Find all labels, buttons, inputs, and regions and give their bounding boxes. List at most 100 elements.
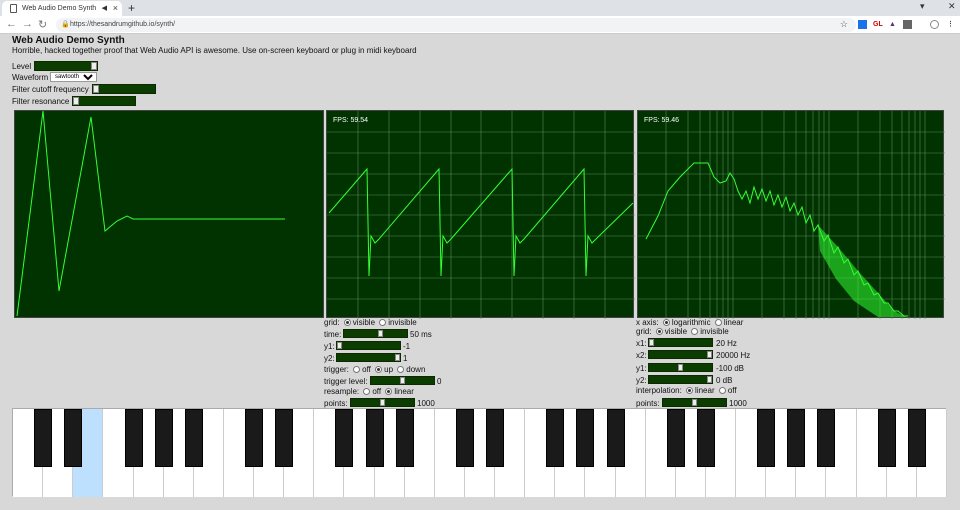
scope-y2-slider[interactable] xyxy=(336,353,401,362)
scope-trigger-label: trigger: xyxy=(324,365,349,374)
black-key[interactable] xyxy=(455,409,474,467)
spectrum-interp-linear-radio[interactable] xyxy=(686,387,694,394)
scope-time-value: 50 ms xyxy=(410,330,432,339)
spectrum-y1-value: -100 dB xyxy=(716,364,745,373)
scope-y1-slider[interactable] xyxy=(336,341,401,350)
reload-icon[interactable]: ↻ xyxy=(38,18,47,31)
piano-keyboard[interactable] xyxy=(12,408,947,497)
bookmark-star-icon[interactable]: ☆ xyxy=(840,19,848,30)
level-slider[interactable] xyxy=(34,61,98,71)
profile-icon[interactable]: ▾ xyxy=(920,1,925,12)
scope-grid-invisible-label: invisible xyxy=(388,318,417,327)
scope-grid-invisible-radio[interactable] xyxy=(379,319,387,326)
scope-time-slider[interactable] xyxy=(343,329,408,338)
account-icon[interactable] xyxy=(930,20,939,29)
spectrum-fps: FPS: 59.46 xyxy=(644,117,680,124)
spectrum-y1-slider[interactable] xyxy=(648,363,713,372)
spectrum-y2-label: y2: xyxy=(636,376,647,385)
forward-icon[interactable]: → xyxy=(22,18,33,30)
waveform-select[interactable]: sawtooth xyxy=(50,72,97,82)
filter-cutoff-slider[interactable] xyxy=(92,84,156,94)
extension-gl-icon[interactable]: GL xyxy=(873,20,883,29)
spectrum-graph xyxy=(638,111,945,319)
scope-fps: FPS: 59.54 xyxy=(333,117,369,124)
black-key[interactable] xyxy=(606,409,625,467)
black-key[interactable] xyxy=(64,409,83,467)
spectrum-grid-visible-radio[interactable] xyxy=(655,328,663,335)
close-window-icon[interactable]: ✕ xyxy=(948,1,956,12)
audio-playing-icon[interactable]: ◀ xyxy=(102,4,107,12)
black-key[interactable] xyxy=(666,409,685,467)
extension-hat-icon[interactable]: ▲ xyxy=(888,20,897,29)
spectrum-y2-slider[interactable] xyxy=(648,375,713,384)
black-key[interactable] xyxy=(124,409,143,467)
black-key[interactable] xyxy=(576,409,595,467)
page-title: Web Audio Demo Synth xyxy=(12,35,125,46)
spectrum-points-slider[interactable] xyxy=(662,398,727,407)
lock-icon: 🔒 xyxy=(61,21,70,28)
spectrum-grid-visible-label: visible xyxy=(664,327,688,336)
scope-points-value: 1000 xyxy=(417,399,435,408)
spectrum-interp-control: interpolation: linear off xyxy=(636,386,737,395)
black-key[interactable] xyxy=(757,409,776,467)
scope-trigger-down-radio[interactable] xyxy=(397,366,405,373)
menu-icon[interactable]: ⋮ xyxy=(946,20,955,29)
spectrum-xaxis-log-radio[interactable] xyxy=(662,319,670,326)
spectrum-interp-off-radio[interactable] xyxy=(718,387,726,394)
black-key[interactable] xyxy=(787,409,806,467)
black-key[interactable] xyxy=(154,409,173,467)
waveform-label: Waveform xyxy=(12,73,49,82)
scope-points-slider[interactable] xyxy=(350,398,415,407)
black-key[interactable] xyxy=(275,409,294,467)
spectrum-x1-slider[interactable] xyxy=(648,338,713,347)
scope-trigger-up-radio[interactable] xyxy=(375,366,383,373)
black-key[interactable] xyxy=(245,409,264,467)
black-key[interactable] xyxy=(877,409,896,467)
scope-grid xyxy=(327,111,635,319)
browser-tab[interactable]: Web Audio Demo Synth ◀ × xyxy=(2,1,122,16)
black-key[interactable] xyxy=(486,409,505,467)
spectrum-grid xyxy=(638,111,945,319)
oscilloscope-panel: FPS: 59.54 xyxy=(326,110,635,319)
scope-trigger-level-slider[interactable] xyxy=(370,376,435,385)
tab-strip: Web Audio Demo Synth ◀ × + ▾ ✕ xyxy=(0,0,960,16)
spectrum-grid-invisible-label: invisible xyxy=(700,327,729,336)
black-key[interactable] xyxy=(907,409,926,467)
scope-resample-off-radio[interactable] xyxy=(363,388,371,395)
spectrum-grid-label: grid: xyxy=(636,327,652,336)
black-key[interactable] xyxy=(395,409,414,467)
spectrum-grid-invisible-radio[interactable] xyxy=(691,328,699,335)
new-tab-button[interactable]: + xyxy=(128,1,135,15)
black-key[interactable] xyxy=(546,409,565,467)
scope-trigger-off-radio[interactable] xyxy=(353,366,361,373)
extension-box-icon[interactable] xyxy=(903,20,912,29)
extension-icon[interactable] xyxy=(858,20,867,29)
spectrum-points-label: points: xyxy=(636,399,660,408)
spectrum-x2-value: 20000 Hz xyxy=(716,351,751,360)
close-tab-icon[interactable]: × xyxy=(113,3,118,13)
spectrum-xaxis-linear-label: linear xyxy=(723,318,744,327)
spectrum-x2-slider[interactable] xyxy=(648,350,713,359)
envelope-panel xyxy=(14,110,324,318)
scope-resample-linear-label: linear xyxy=(394,387,414,396)
spectrum-interp-off-label: off xyxy=(727,386,737,395)
scope-grid-visible-radio[interactable] xyxy=(343,319,351,326)
address-bar[interactable]: 🔒 https://thesandrumgithub.io/synth/ ☆ xyxy=(56,18,856,32)
scope-grid-visible-label: visible xyxy=(352,318,376,327)
scope-trigger-control: trigger: off up down xyxy=(324,365,425,374)
scope-resample-linear-radio[interactable] xyxy=(385,388,393,395)
filter-resonance-slider[interactable] xyxy=(72,96,136,106)
back-icon[interactable]: ← xyxy=(6,18,17,30)
black-key[interactable] xyxy=(184,409,203,467)
black-key[interactable] xyxy=(817,409,836,467)
scope-time-label: time: xyxy=(324,330,342,339)
black-key[interactable] xyxy=(696,409,715,467)
black-key[interactable] xyxy=(335,409,354,467)
scope-resample-off-label: off xyxy=(372,387,382,396)
filter-cutoff-label: Filter cutoff frequency xyxy=(12,85,89,94)
black-key[interactable] xyxy=(365,409,384,467)
page-favicon-icon xyxy=(10,4,17,13)
black-key[interactable] xyxy=(34,409,53,467)
scope-y1-value: -1 xyxy=(403,342,411,351)
spectrum-xaxis-linear-radio[interactable] xyxy=(714,319,722,326)
